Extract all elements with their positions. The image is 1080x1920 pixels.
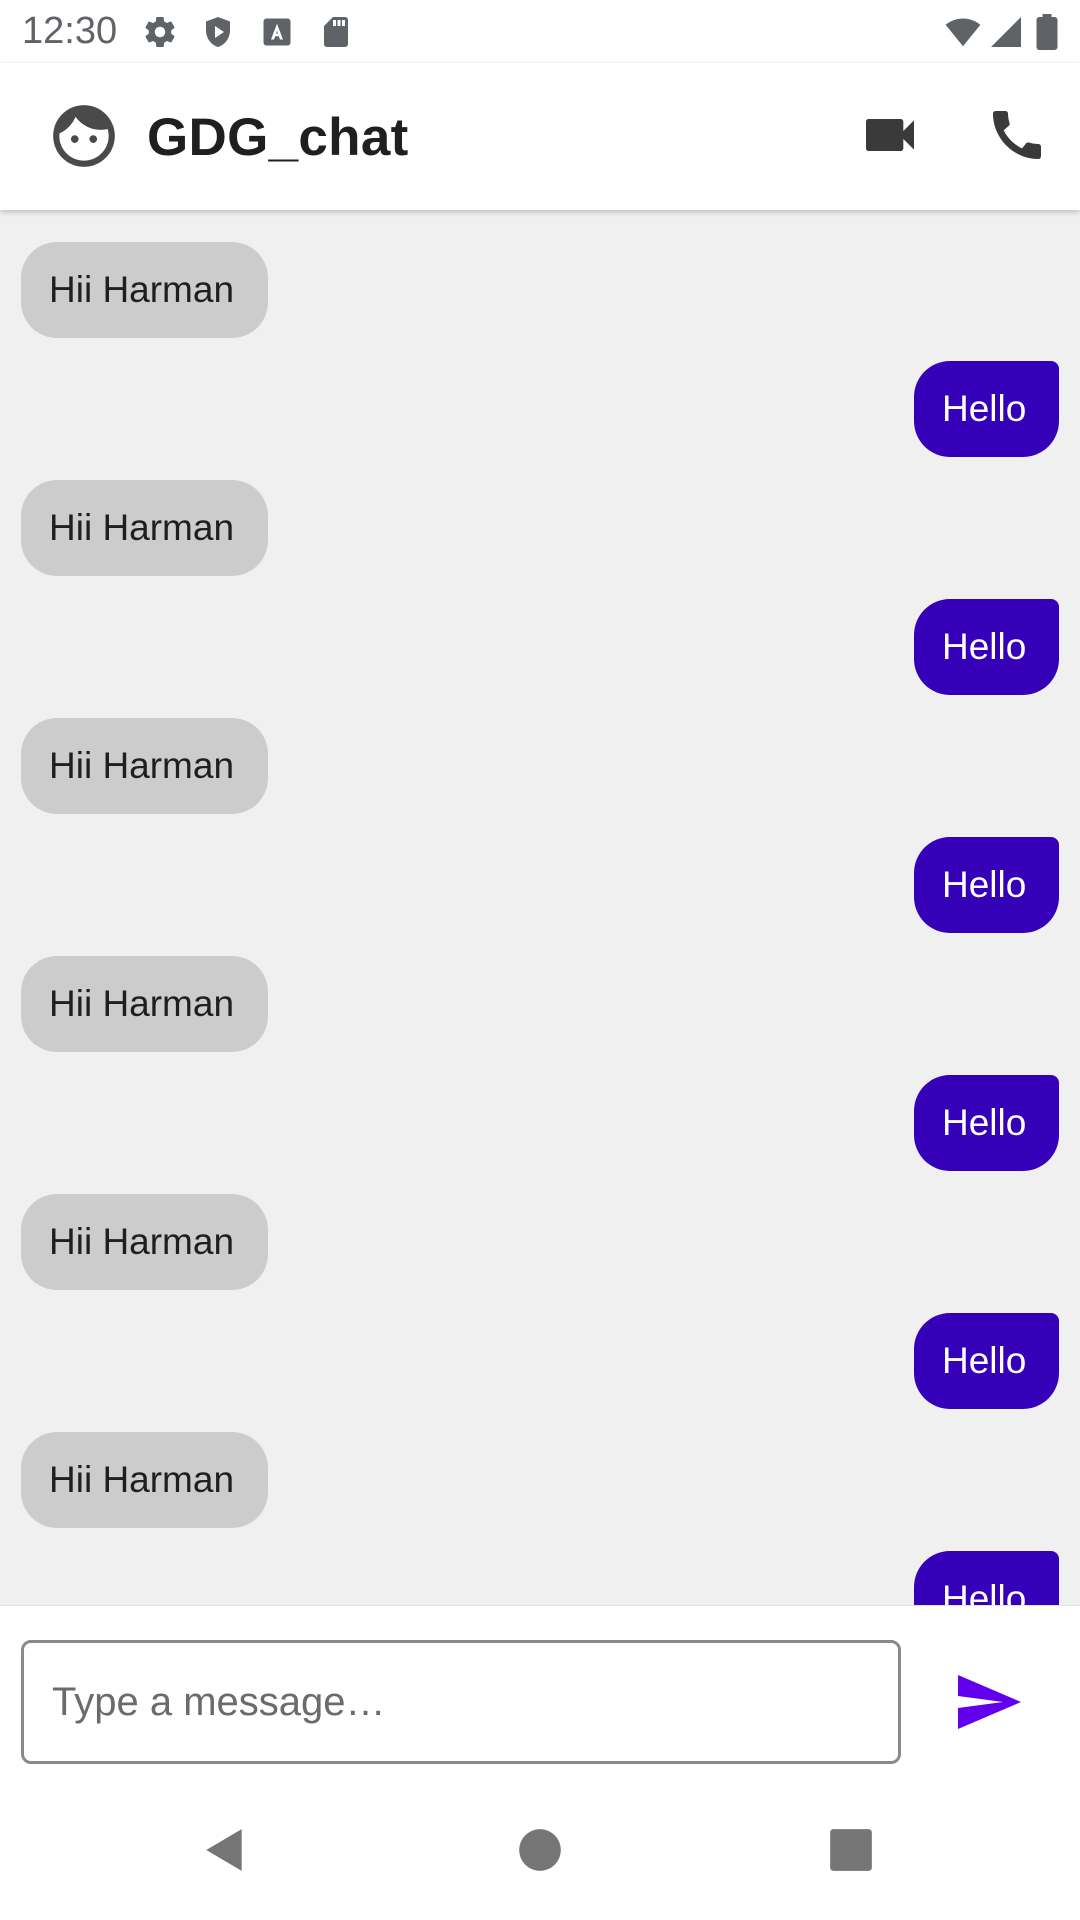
sd-card-icon	[318, 14, 354, 50]
gear-icon	[142, 14, 178, 50]
status-bar: 12:30	[0, 0, 1080, 63]
battery-icon	[1032, 14, 1062, 50]
incoming-message[interactable]: Hii Harman	[21, 718, 268, 814]
video-call-icon[interactable]	[858, 103, 922, 167]
phone-icon[interactable]	[985, 103, 1049, 167]
incoming-message[interactable]: Hii Harman	[21, 1432, 268, 1528]
incoming-message[interactable]: Hii Harman	[21, 242, 268, 338]
chat-screen: 12:30 GDG_chat Hii Harman Hello Hii Harm…	[0, 0, 1080, 1920]
outgoing-message[interactable]: Hello	[914, 1075, 1059, 1171]
chat-title: GDG_chat	[147, 108, 409, 167]
outgoing-message[interactable]: Hello	[914, 1313, 1059, 1409]
outgoing-message[interactable]: Hello	[914, 599, 1059, 695]
message-input[interactable]	[21, 1640, 901, 1764]
cell-signal-icon	[988, 14, 1024, 50]
face-avatar-icon[interactable]	[47, 99, 121, 173]
incoming-message[interactable]: Hii Harman	[21, 956, 268, 1052]
outgoing-message[interactable]: Hello	[914, 361, 1059, 457]
wifi-icon	[942, 14, 984, 50]
app-bar: GDG_chat	[0, 63, 1080, 210]
home-icon[interactable]	[515, 1825, 565, 1875]
shield-play-icon	[200, 14, 236, 50]
incoming-message[interactable]: Hii Harman	[21, 480, 268, 576]
font-a-icon	[259, 14, 295, 50]
back-icon[interactable]	[200, 1825, 250, 1875]
message-composer	[0, 1605, 1080, 1776]
outgoing-message[interactable]: Hello	[914, 837, 1059, 933]
send-icon[interactable]	[952, 1666, 1024, 1738]
incoming-message[interactable]: Hii Harman	[21, 1194, 268, 1290]
status-time: 12:30	[22, 10, 118, 52]
outgoing-message[interactable]: Hello	[914, 1551, 1059, 1605]
message-list[interactable]: Hii Harman Hello Hii Harman Hello Hii Ha…	[0, 210, 1080, 1605]
recents-icon[interactable]	[826, 1825, 876, 1875]
system-nav-bar	[0, 1775, 1080, 1920]
